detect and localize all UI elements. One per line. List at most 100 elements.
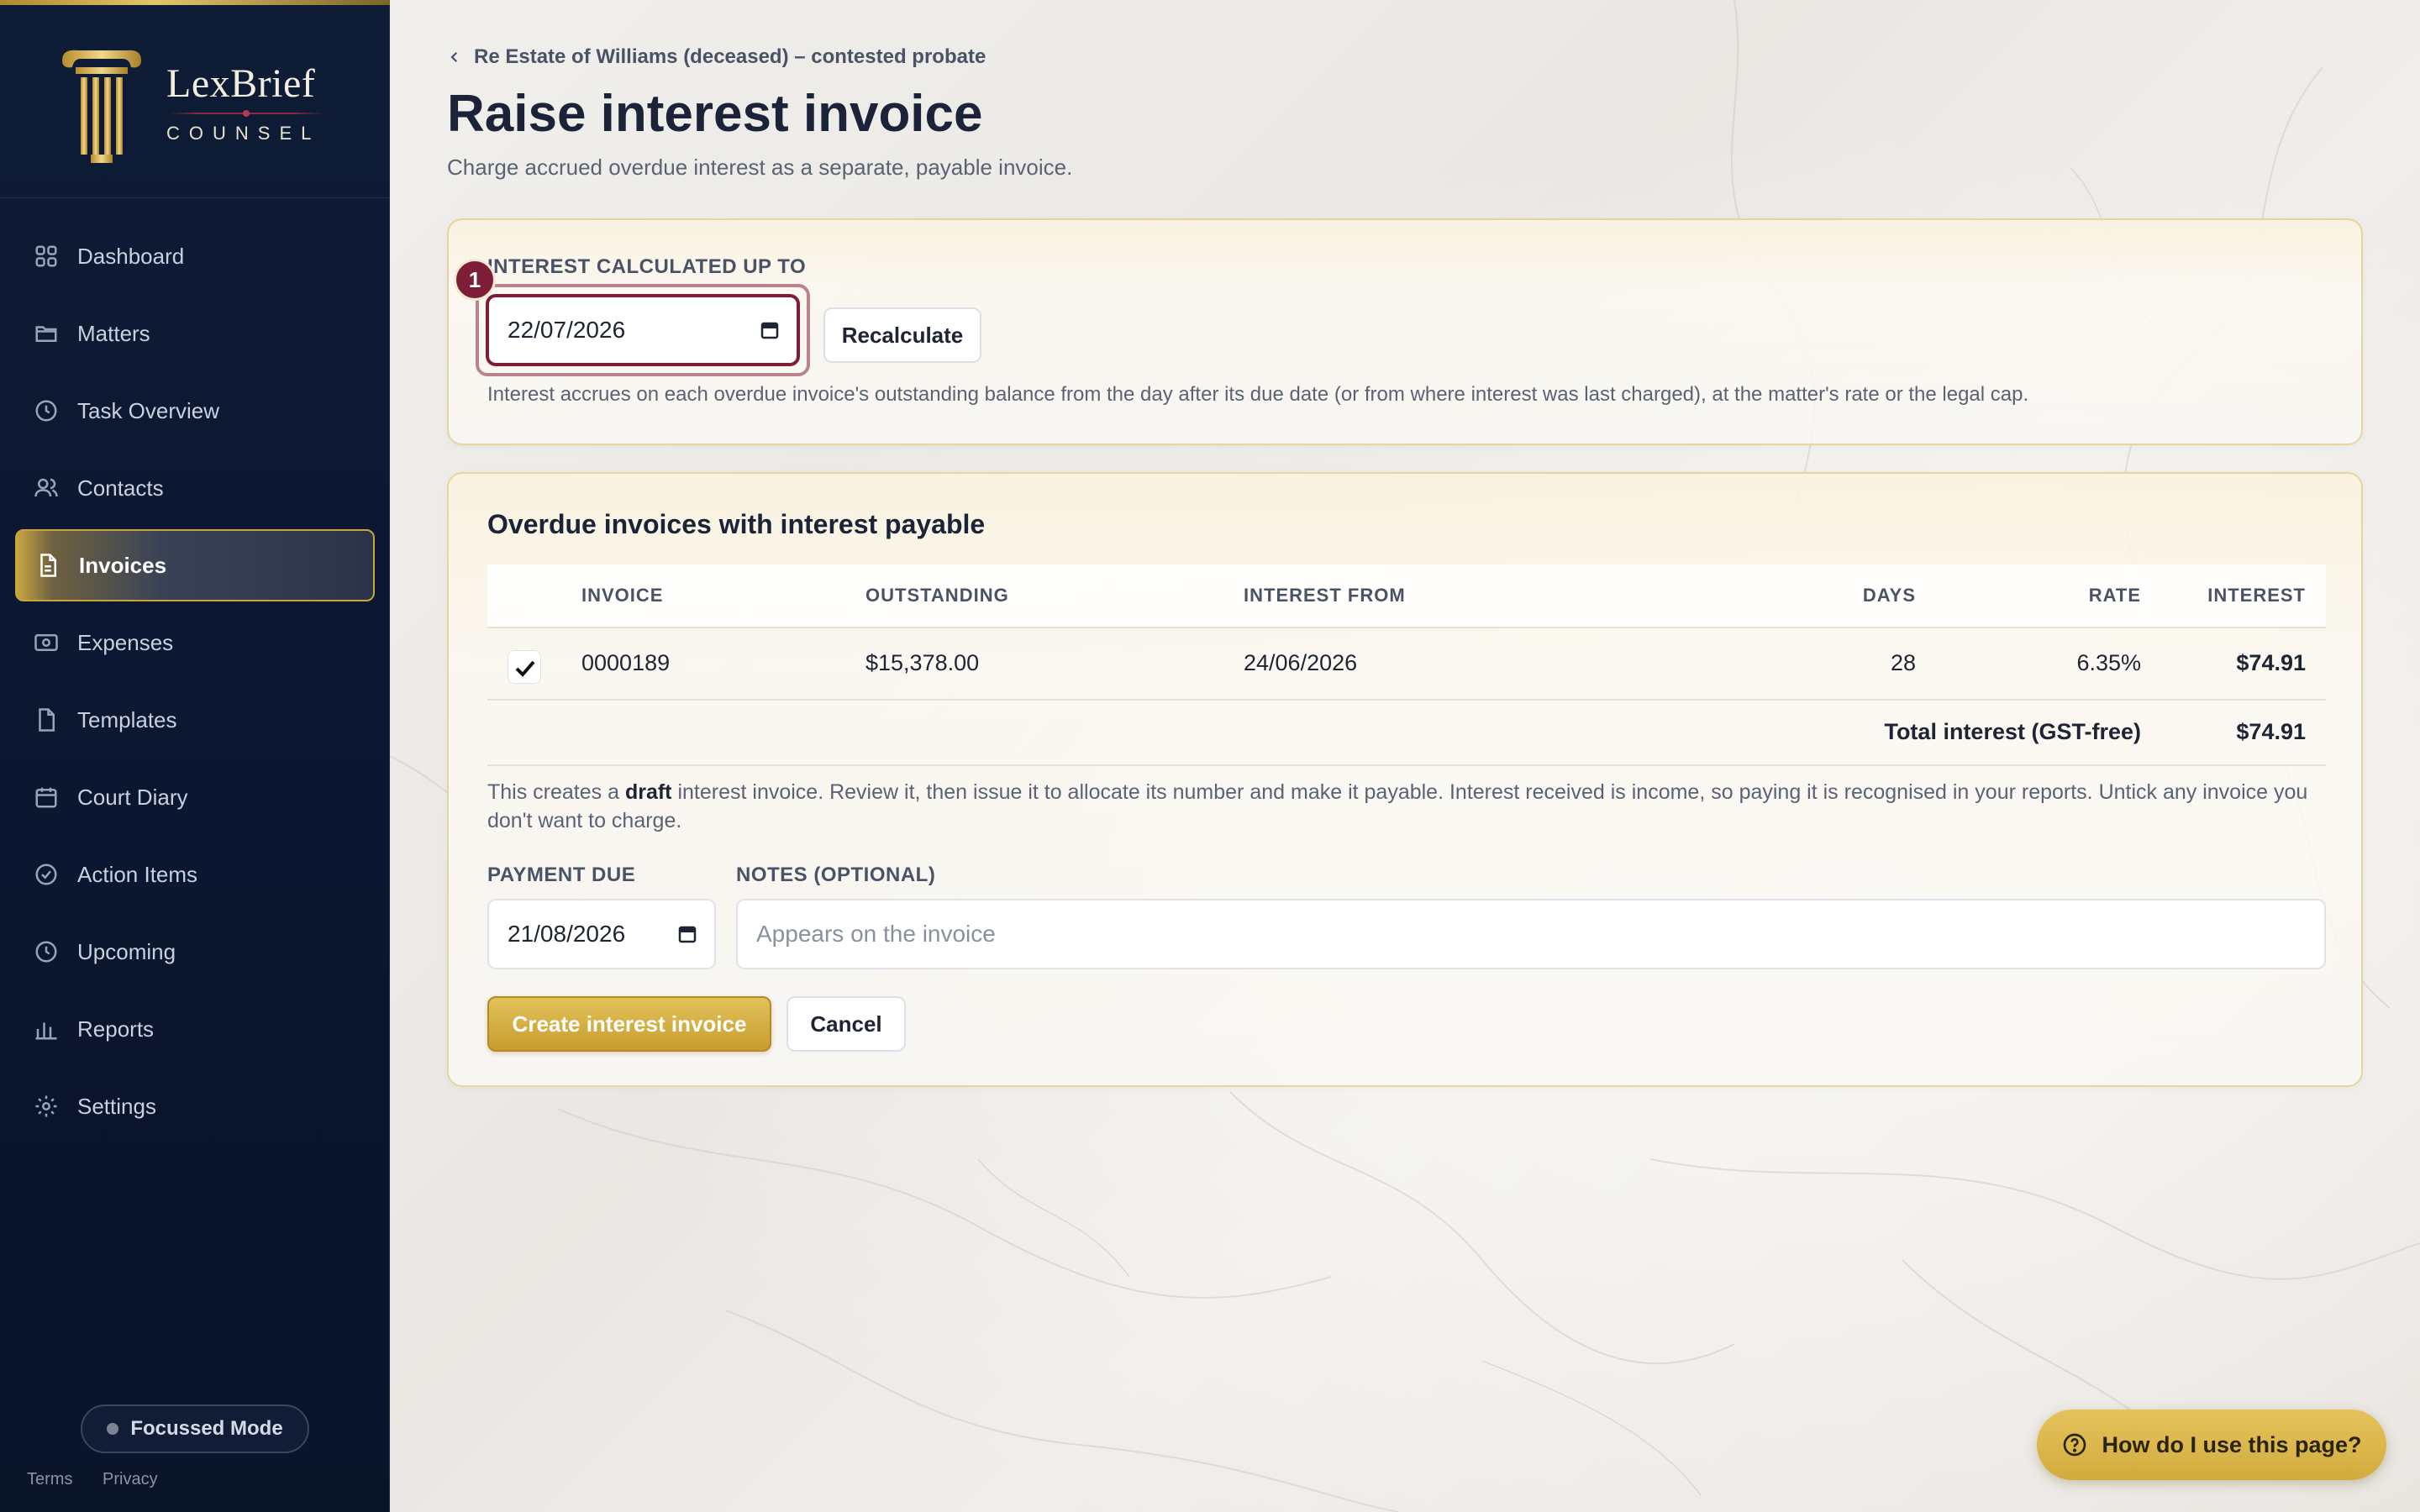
step-badge: 1 bbox=[454, 259, 496, 301]
sidebar-item-templates[interactable]: Templates bbox=[15, 684, 375, 756]
notes-input[interactable]: Appears on the invoice bbox=[736, 899, 2326, 969]
sidebar-item-label: Contacts bbox=[77, 475, 164, 501]
col-invoice: INVOICE bbox=[581, 585, 664, 606]
brand-name: LexBrief bbox=[166, 61, 316, 106]
sidebar-item-label: Dashboard bbox=[77, 243, 185, 269]
sidebar-item-action-items[interactable]: Action Items bbox=[15, 838, 375, 911]
table-header: INVOICE OUTSTANDING INTEREST FROM DAYS R… bbox=[487, 564, 2326, 628]
create-interest-invoice-button[interactable]: Create interest invoice bbox=[487, 996, 771, 1052]
terms-link[interactable]: Terms bbox=[27, 1470, 72, 1488]
sidebar: LexBrief COUNSEL Dashboard Matters Task … bbox=[0, 0, 390, 1512]
total-label: Total interest (GST-free) bbox=[1884, 719, 2141, 744]
interest-hint: Interest accrues on each overdue invoice… bbox=[487, 383, 2029, 406]
sidebar-item-invoices[interactable]: Invoices bbox=[15, 529, 375, 601]
sidebar-item-label: Invoices bbox=[79, 552, 167, 578]
note-bold: draft bbox=[624, 780, 672, 804]
cell-outstanding: $15,378.00 bbox=[865, 650, 980, 675]
users-icon bbox=[34, 475, 59, 501]
cell-invoice: 0000189 bbox=[581, 650, 671, 675]
pillar-logo-icon bbox=[62, 50, 141, 163]
interest-date-input[interactable]: 22/07/2026 bbox=[486, 294, 800, 366]
total-value: $74.91 bbox=[2236, 719, 2306, 744]
page-subtitle: Charge accrued overdue interest as a sep… bbox=[447, 155, 1073, 180]
status-dot-icon bbox=[107, 1423, 119, 1435]
help-label: How do I use this page? bbox=[2102, 1431, 2362, 1457]
sidebar-item-label: Expenses bbox=[77, 629, 174, 655]
clock-icon bbox=[34, 939, 59, 964]
question-circle-icon bbox=[2064, 1433, 2086, 1457]
recalculate-button[interactable]: Recalculate bbox=[823, 307, 981, 363]
clock-icon bbox=[34, 398, 59, 423]
interest-date-focus-ring: 22/07/2026 bbox=[476, 284, 810, 376]
calendar-icon[interactable] bbox=[677, 924, 697, 944]
sidebar-item-task-overview[interactable]: Task Overview bbox=[15, 375, 375, 447]
brand-tagline: COUNSEL bbox=[166, 123, 321, 144]
interest-date-value: 22/07/2026 bbox=[508, 317, 626, 343]
breadcrumb[interactable]: Re Estate of Williams (deceased) – conte… bbox=[447, 45, 986, 69]
folder-icon bbox=[34, 321, 59, 346]
check-circle-icon bbox=[34, 862, 59, 887]
sidebar-item-label: Matters bbox=[77, 320, 150, 346]
breadcrumb-label: Re Estate of Williams (deceased) – conte… bbox=[474, 45, 986, 68]
file-text-icon bbox=[35, 553, 60, 578]
focus-mode-toggle[interactable]: Focussed Mode bbox=[81, 1404, 309, 1453]
cell-days: 28 bbox=[1890, 650, 1916, 675]
col-interest: INTEREST bbox=[2207, 585, 2306, 606]
chevron-left-icon bbox=[450, 51, 458, 63]
col-rate: RATE bbox=[2088, 585, 2141, 606]
payment-due-value: 21/08/2026 bbox=[508, 921, 626, 947]
brand-dot bbox=[243, 110, 250, 117]
sidebar-item-label: Reports bbox=[77, 1016, 155, 1042]
focus-mode-label: Focussed Mode bbox=[130, 1417, 283, 1440]
sidebar-item-label: Task Overview bbox=[77, 397, 220, 423]
note-prefix: This creates a bbox=[487, 780, 625, 804]
payment-due-label: PAYMENT DUE bbox=[487, 864, 636, 886]
section-title: Overdue invoices with interest payable bbox=[487, 509, 986, 539]
cell-interest: $74.91 bbox=[2236, 650, 2306, 675]
sidebar-nav: Dashboard Matters Task Overview Contacts… bbox=[0, 220, 390, 1147]
sidebar-item-label: Upcoming bbox=[77, 938, 176, 964]
gear-icon bbox=[34, 1094, 59, 1119]
page-title: Raise interest invoice bbox=[447, 85, 983, 143]
file-icon bbox=[34, 707, 59, 732]
notes-placeholder: Appears on the invoice bbox=[756, 921, 996, 947]
row-checkbox[interactable] bbox=[508, 650, 541, 684]
cell-rate: 6.35% bbox=[2076, 650, 2141, 675]
sidebar-item-matters[interactable]: Matters bbox=[15, 297, 375, 370]
cell-interest-from: 24/06/2026 bbox=[1244, 650, 1358, 675]
payment-due-input[interactable]: 21/08/2026 bbox=[487, 899, 716, 969]
calendar-icon[interactable] bbox=[760, 320, 780, 340]
sidebar-item-contacts[interactable]: Contacts bbox=[15, 452, 375, 524]
col-interest-from: INTEREST FROM bbox=[1244, 585, 1406, 606]
sidebar-item-reports[interactable]: Reports bbox=[15, 993, 375, 1065]
sidebar-item-dashboard[interactable]: Dashboard bbox=[15, 220, 375, 292]
sidebar-item-upcoming[interactable]: Upcoming bbox=[15, 916, 375, 988]
sidebar-item-settings[interactable]: Settings bbox=[15, 1070, 375, 1142]
main-content: Re Estate of Williams (deceased) – conte… bbox=[390, 0, 2420, 1512]
interest-calc-card: INTEREST CALCULATED UP TO 1 22/07/2026 R… bbox=[447, 218, 2363, 445]
col-days: DAYS bbox=[1862, 585, 1916, 606]
sidebar-item-label: Settings bbox=[77, 1093, 156, 1119]
overdue-invoices-card: Overdue invoices with interest payable I… bbox=[447, 472, 2363, 1087]
total-row: Total interest (GST-free) $74.91 bbox=[487, 701, 2326, 766]
overdue-invoices-table: INVOICE OUTSTANDING INTEREST FROM DAYS R… bbox=[487, 564, 2326, 766]
sidebar-item-expenses[interactable]: Expenses bbox=[15, 606, 375, 679]
sidebar-item-label: Court Diary bbox=[77, 784, 188, 810]
col-outstanding: OUTSTANDING bbox=[865, 585, 1009, 606]
sidebar-item-label: Action Items bbox=[77, 861, 198, 887]
interest-date-label: INTEREST CALCULATED UP TO bbox=[487, 255, 807, 278]
bar-chart-icon bbox=[34, 1016, 59, 1042]
banknote-icon bbox=[34, 630, 59, 655]
cancel-button[interactable]: Cancel bbox=[786, 996, 906, 1052]
footer-links: Terms Privacy bbox=[27, 1470, 183, 1489]
sidebar-item-court-diary[interactable]: Court Diary bbox=[15, 761, 375, 833]
help-button[interactable]: How do I use this page? bbox=[2037, 1410, 2386, 1480]
draft-note: This creates a draft interest invoice. R… bbox=[487, 778, 2328, 835]
grid-icon bbox=[34, 244, 59, 269]
privacy-link[interactable]: Privacy bbox=[103, 1470, 158, 1488]
notes-label: NOTES (OPTIONAL) bbox=[736, 864, 936, 886]
checkmark-icon bbox=[515, 660, 535, 677]
sidebar-item-label: Templates bbox=[77, 706, 177, 732]
brand-logo[interactable]: LexBrief COUNSEL bbox=[0, 5, 390, 198]
calendar-icon bbox=[34, 785, 59, 810]
